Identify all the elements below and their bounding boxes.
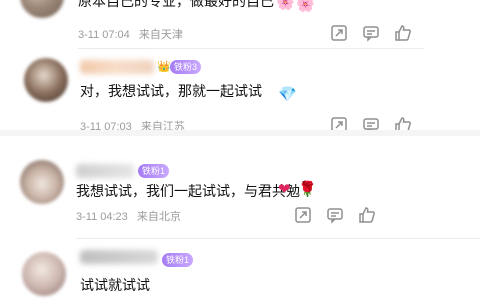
like-icon[interactable] xyxy=(394,24,412,42)
comment-item: 👑 铁粉3 对，我想试试，那就一起试试 💎 3-11 07:03 来自江苏 xyxy=(0,50,480,134)
fan-badge: 铁粉1 xyxy=(138,164,170,178)
comment-meta: 3-11 04:23 来自北京 xyxy=(76,208,181,224)
comment-item: 铁粉1 我想试试，我们一起试试，与君共勉 ❤ 🌹 3-11 04:23 来自北京 xyxy=(0,150,480,232)
flower-emoji: 🌸 xyxy=(296,0,315,13)
comment-time: 3-11 04:23 xyxy=(76,211,128,223)
heart-emoji: ❤ xyxy=(278,181,291,198)
share-icon[interactable] xyxy=(330,24,348,42)
like-icon[interactable] xyxy=(358,206,376,224)
fan-badge: 铁粉1 xyxy=(162,253,194,267)
avatar[interactable] xyxy=(24,58,68,102)
comment-item: 铁粉1 试试就试试 xyxy=(0,244,480,300)
rose-emoji: 🌹 xyxy=(298,181,317,198)
divider xyxy=(0,130,480,136)
username[interactable] xyxy=(80,60,154,74)
comment-time: 3-11 07:04 xyxy=(78,29,130,41)
comment-meta: 3-11 07:04 来自天津 xyxy=(78,26,183,42)
gem-emoji: 💎 xyxy=(278,86,297,103)
comment-text: 试试就试试 xyxy=(80,277,150,293)
share-icon[interactable] xyxy=(294,206,312,224)
divider xyxy=(76,238,480,239)
comment-location: 来自北京 xyxy=(136,211,181,223)
comment-actions xyxy=(330,24,412,42)
comment-actions xyxy=(294,206,376,224)
comment-text: 我想试试，我们一起试试，与君共勉 xyxy=(76,183,300,199)
fan-badge: 铁粉3 xyxy=(170,60,202,74)
comment-text: 原本自己的专业，做最好的自己 xyxy=(78,0,274,9)
avatar[interactable] xyxy=(20,0,64,18)
comment-location: 来自天津 xyxy=(138,29,183,41)
username[interactable] xyxy=(80,250,158,264)
crown-emoji: 👑 xyxy=(157,61,171,73)
avatar[interactable] xyxy=(20,160,64,204)
divider xyxy=(78,48,424,49)
comment-icon[interactable] xyxy=(326,206,344,224)
comment-text: 对，我想试试，那就一起试试 xyxy=(80,83,262,99)
username[interactable] xyxy=(76,164,134,178)
avatar[interactable] xyxy=(22,252,66,296)
comment-icon[interactable] xyxy=(362,24,380,42)
flower-emoji: 🌸 xyxy=(276,0,295,11)
